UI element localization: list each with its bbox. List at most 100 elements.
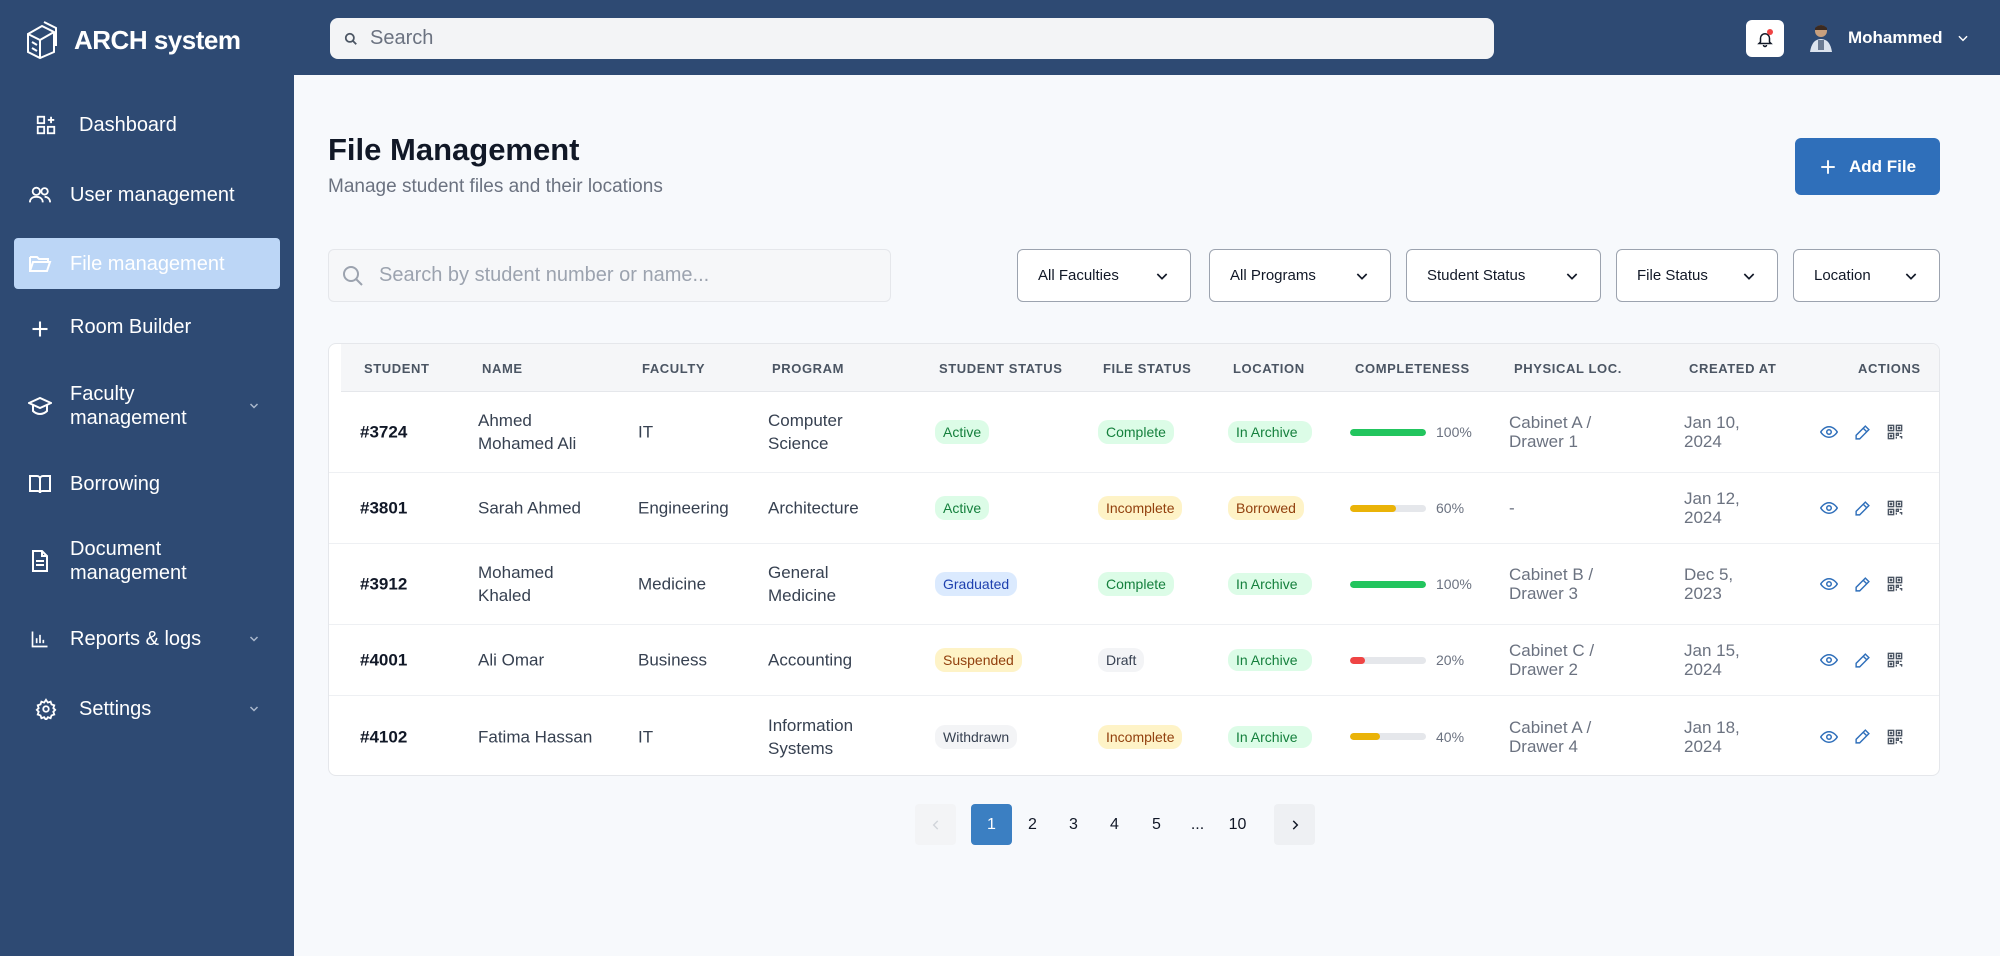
completeness-percent: 60% [1436,500,1465,516]
add-file-button[interactable]: Add File [1795,138,1940,195]
column-header[interactable]: FACULTY [642,361,705,376]
dropdown-label: File Status [1637,267,1708,284]
progress-fill [1350,733,1381,740]
pencil-icon[interactable] [1854,500,1871,517]
physical-location: Cabinet B / Drawer 3 [1509,565,1594,603]
table-row[interactable]: #3801 Sarah Ahmed Engineering Architectu… [329,473,1939,544]
column-header[interactable]: FILE STATUS [1103,361,1191,376]
column-header[interactable]: COMPLETENESS [1355,361,1470,376]
top-bar: ARCH system Mohammed [0,0,2000,75]
completeness-bar: 100% [1350,576,1472,592]
table-row[interactable]: #4102 Fatima Hassan IT Information Syste… [329,696,1939,775]
pencil-icon[interactable] [1854,576,1871,593]
brand[interactable]: ARCH system [24,20,241,60]
user-menu[interactable]: Mohammed [1808,22,1970,54]
eye-icon[interactable] [1820,499,1838,517]
student-name: Mohamed Khaled [478,563,554,605]
sidebar-item-borrowing[interactable]: Borrowing [14,464,280,504]
sidebar-item-label: User management [70,184,235,206]
global-search-input[interactable] [370,27,1450,50]
table-row[interactable]: #3912 Mohamed Khaled Medicine General Me… [329,544,1939,625]
page-button[interactable]: 10 [1217,804,1258,845]
sidebar-item-file-management[interactable]: File management [14,238,280,289]
avatar [1810,25,1832,52]
global-search[interactable] [330,18,1494,59]
eye-icon[interactable] [1820,651,1838,669]
location-badge: In Archive [1228,421,1312,443]
sidebar-item-dashboard[interactable]: Dashboard [14,105,280,145]
chevron-down-icon [1356,272,1368,280]
column-header[interactable]: CREATED AT [1689,361,1776,376]
faculty-filter-dropdown[interactable]: All Faculties [1017,249,1191,302]
qr-code-icon[interactable] [1887,500,1903,516]
next-page-button[interactable] [1274,804,1315,845]
row-actions [1820,423,1903,441]
table-row[interactable]: #4001 Ali Omar Business Accounting Suspe… [329,625,1939,696]
program: Accounting [768,650,853,670]
student-status-badge: Withdrawn [935,724,1018,749]
sidebar-item-label: Document management [70,538,187,584]
eye-icon[interactable] [1820,728,1838,746]
student-status-filter-dropdown[interactable]: Student Status [1406,249,1601,302]
table-row[interactable]: #3724 Ahmed Mohamed Ali IT Computer Scie… [329,392,1939,473]
physical-location: - [1509,498,1515,518]
column-header[interactable]: LOCATION [1233,361,1305,376]
created-at: Jan 10, 2024 [1684,413,1740,451]
column-header[interactable]: PHYSICAL LOC. [1514,361,1622,376]
student-name: Fatima Hassan [478,727,593,746]
location-filter-dropdown[interactable]: Location [1793,249,1940,302]
sidebar-item-label: Reports & logs [70,628,202,650]
dashboard-icon [34,113,58,137]
faculty: Business [638,650,707,670]
student-search[interactable] [328,249,891,302]
page-button[interactable]: 4 [1094,804,1135,845]
column-header[interactable]: NAME [482,361,523,376]
sidebar-item-faculty-management[interactable]: Faculty management [14,381,280,431]
column-header[interactable]: STUDENT STATUS [939,361,1062,376]
table-header: STUDENT NAME FACULTY PROGRAM STUDENT STA… [341,344,1939,392]
location-badge: In Archive [1228,725,1312,748]
qr-code-icon[interactable] [1887,424,1903,440]
completeness-bar: 20% [1350,652,1464,668]
pencil-icon[interactable] [1854,728,1871,745]
file-status-filter-dropdown[interactable]: File Status [1616,249,1778,302]
progress-track [1350,656,1426,664]
chevron-left-icon [932,819,938,830]
student-status-badge: Suspended [935,648,1022,672]
file-status-badge: Complete [1098,572,1174,596]
faculty: Engineering [638,498,729,518]
faculty: Medicine [638,574,707,594]
pencil-icon[interactable] [1854,424,1871,441]
sidebar-item-user-management[interactable]: User management [14,175,280,215]
page-button[interactable]: 3 [1053,804,1094,845]
sidebar-item-settings[interactable]: Settings [14,689,280,729]
page-title: File Management [328,132,580,167]
folder-open-icon [28,252,52,276]
chevron-down-icon [1156,272,1168,280]
bar-chart-icon [28,627,52,651]
sidebar-item-document-management[interactable]: Document management [14,536,280,586]
page-button[interactable]: 1 [971,804,1012,845]
prev-page-button[interactable] [915,804,956,845]
dropdown-label: Location [1814,267,1871,284]
sidebar-item-label: Dashboard [79,114,177,136]
sidebar-item-label: Room Builder [70,316,192,338]
sidebar-item-room-builder[interactable]: Room Builder [14,309,280,349]
progress-fill [1350,656,1366,664]
program-filter-dropdown[interactable]: All Programs [1209,249,1391,302]
student-search-input[interactable] [379,264,879,287]
sidebar-item-reports-logs[interactable]: Reports & logs [14,619,280,659]
page-button[interactable]: 2 [1012,804,1053,845]
column-header[interactable]: PROGRAM [772,361,844,376]
eye-icon[interactable] [1820,423,1838,441]
notifications-button[interactable] [1746,20,1784,57]
qr-code-icon[interactable] [1887,576,1903,592]
program: General Medicine [768,563,837,605]
pencil-icon[interactable] [1854,652,1871,669]
page-button[interactable]: 5 [1136,804,1177,845]
qr-code-icon[interactable] [1887,652,1903,668]
column-header[interactable]: STUDENT [364,361,430,376]
progress-track [1350,580,1426,588]
qr-code-icon[interactable] [1887,729,1903,745]
eye-icon[interactable] [1820,575,1838,593]
